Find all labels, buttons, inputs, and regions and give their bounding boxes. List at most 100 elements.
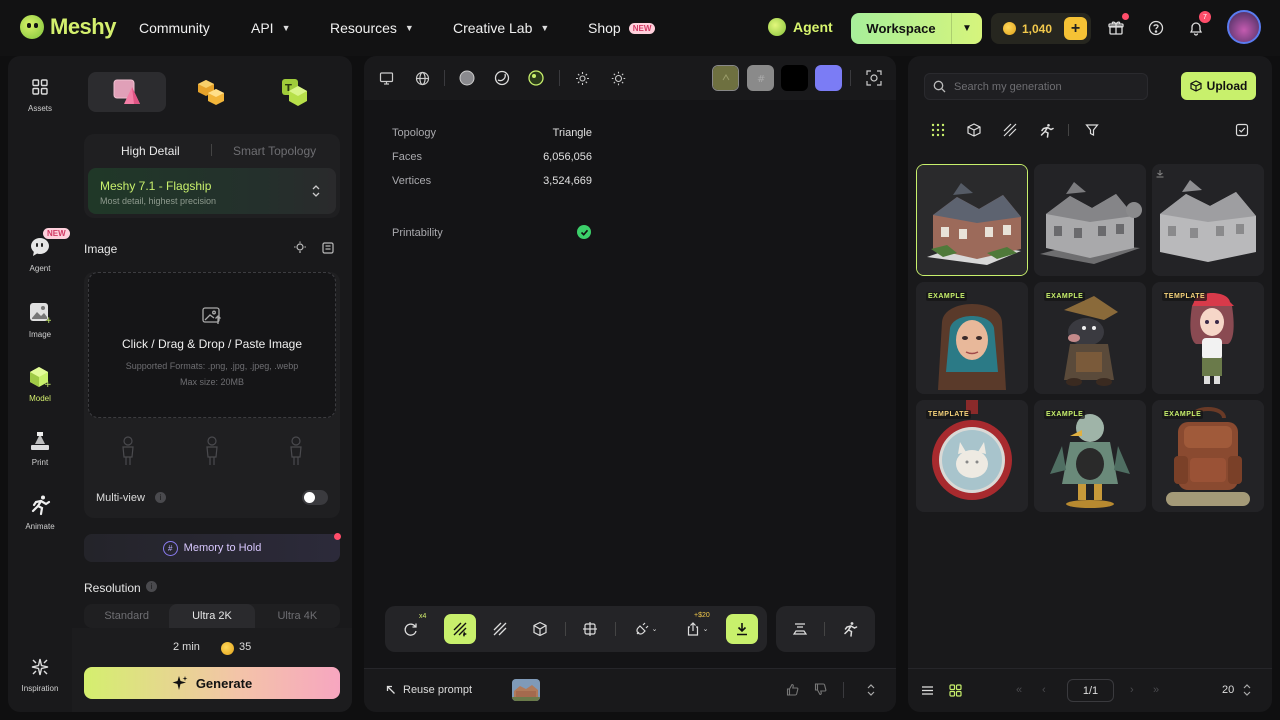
credits-balance[interactable]: 1,040 + xyxy=(991,13,1091,44)
view-slot-side[interactable] xyxy=(172,426,252,476)
thumbs-up-icon[interactable] xyxy=(786,683,800,697)
nav-creative-lab-label: Creative Lab xyxy=(453,20,533,36)
solid-sphere-icon[interactable] xyxy=(459,70,475,86)
tab-high-detail[interactable]: High Detail xyxy=(121,144,180,158)
nav-community[interactable]: Community xyxy=(139,20,210,36)
upload-button[interactable]: Upload xyxy=(1181,72,1256,100)
search-box[interactable] xyxy=(924,73,1148,100)
generation-thumbnail[interactable]: EXAMPLE xyxy=(1034,282,1146,394)
texture-tool-button[interactable] xyxy=(444,614,476,644)
select-mode-icon[interactable] xyxy=(1234,122,1250,138)
background-swatch-black[interactable] xyxy=(781,65,808,91)
rail-item-animate[interactable]: Animate xyxy=(8,494,72,531)
nav-creative-lab[interactable]: Creative Lab ▼ xyxy=(453,20,549,36)
search-input[interactable] xyxy=(954,80,1134,93)
globe-icon[interactable] xyxy=(414,70,430,86)
focus-view-icon[interactable] xyxy=(866,70,882,86)
thumbs-down-icon[interactable] xyxy=(814,683,828,697)
tab-smart-topology[interactable]: Smart Topology xyxy=(233,144,316,158)
generation-thumbnail[interactable] xyxy=(1034,164,1146,276)
background-swatch-purple[interactable] xyxy=(815,65,842,91)
avatar[interactable] xyxy=(1227,10,1261,44)
export-dropdown[interactable]: ⌄ xyxy=(682,620,712,638)
add-credits-button[interactable]: + xyxy=(1064,17,1087,40)
page-indicator[interactable]: 1/1 xyxy=(1067,679,1114,702)
filter-texture-icon[interactable] xyxy=(1002,122,1018,138)
generation-thumbnail[interactable]: EXAMPLE xyxy=(1034,400,1146,512)
tab-multi-to-3d[interactable]: T xyxy=(256,72,334,112)
last-page-icon[interactable]: » xyxy=(1153,684,1159,696)
multiview-toggle[interactable] xyxy=(302,490,328,505)
animate-figure-icon[interactable] xyxy=(841,620,859,638)
brand-logo[interactable]: Meshy xyxy=(20,14,116,40)
chevron-up-down-icon[interactable] xyxy=(1242,683,1252,697)
nav-resources-label: Resources xyxy=(330,20,397,36)
textured-sphere-icon[interactable] xyxy=(528,70,544,86)
generation-thumbnail[interactable]: EXAMPLE xyxy=(1152,400,1264,512)
generation-thumbnail[interactable]: EXAMPLE xyxy=(916,282,1028,394)
bell-icon[interactable]: 7 xyxy=(1187,11,1211,37)
retry-icon[interactable] xyxy=(401,620,419,638)
reuse-prompt-button[interactable]: Reuse prompt xyxy=(386,684,472,696)
nav-shop[interactable]: Shop NEW xyxy=(588,20,656,36)
rail-item-inspiration[interactable]: Inspiration xyxy=(8,656,72,693)
tab-text-to-3d[interactable] xyxy=(172,72,250,112)
nav-api[interactable]: API ▼ xyxy=(251,20,291,36)
generation-thumbnail[interactable] xyxy=(916,164,1028,276)
segment-icon[interactable] xyxy=(581,620,599,638)
workspace-button[interactable]: Workspace ▼ xyxy=(851,13,982,44)
light-icon[interactable] xyxy=(574,70,590,86)
view-slot-front[interactable] xyxy=(88,426,168,476)
resolution-ultra-4k[interactable]: Ultra 4K xyxy=(255,604,340,628)
rail-item-agent[interactable]: NEW Agent xyxy=(8,228,72,273)
stat-vertices-label: Vertices xyxy=(392,175,432,187)
info-icon[interactable]: i xyxy=(146,581,157,592)
download-button[interactable] xyxy=(726,614,758,644)
background-swatch-olive[interactable] xyxy=(712,65,739,91)
grid-view-icon[interactable] xyxy=(949,684,963,698)
page-size-value[interactable]: 20 xyxy=(1222,684,1234,696)
funnel-filter-icon[interactable] xyxy=(1084,122,1100,138)
clay-sphere-icon[interactable] xyxy=(494,70,510,86)
memory-to-hold-button[interactable]: # Memory to Hold xyxy=(84,534,340,562)
resolution-standard[interactable]: Standard xyxy=(84,604,169,628)
prompt-image-thumbnail[interactable] xyxy=(512,679,540,701)
help-icon[interactable] xyxy=(1147,19,1165,37)
prev-page-icon[interactable]: ‹ xyxy=(1042,684,1046,696)
mesh-cube-icon[interactable] xyxy=(531,620,549,638)
chevron-down-icon: ⌄ xyxy=(702,626,709,633)
sun-icon[interactable] xyxy=(610,70,626,86)
agent-button[interactable]: Agent xyxy=(768,18,833,36)
next-page-icon[interactable]: › xyxy=(1130,684,1134,696)
rail-item-print[interactable]: Print xyxy=(8,430,72,467)
list-view-icon[interactable] xyxy=(921,684,935,698)
plugin-dropdown[interactable]: ⌄ xyxy=(631,620,661,638)
filter-animation-icon[interactable] xyxy=(1038,122,1054,138)
gift-icon[interactable] xyxy=(1107,13,1129,37)
generation-thumbnail[interactable] xyxy=(1152,164,1264,276)
generate-button[interactable]: Generate xyxy=(84,667,340,699)
nav-resources[interactable]: Resources ▼ xyxy=(330,20,414,36)
filter-all-icon[interactable] xyxy=(930,122,946,138)
rail-item-assets[interactable]: Assets xyxy=(8,76,72,113)
filter-model-icon[interactable] xyxy=(966,122,982,138)
rail-item-image[interactable]: + Image xyxy=(8,302,72,339)
sparkle-icon xyxy=(172,676,188,690)
background-swatch-gray[interactable]: # xyxy=(747,65,774,91)
monitor-icon[interactable] xyxy=(378,70,394,86)
history-icon[interactable] xyxy=(321,241,335,255)
resolution-ultra-2k[interactable]: Ultra 2K xyxy=(169,604,255,628)
rail-image-label: Image xyxy=(28,330,52,339)
info-icon[interactable]: i xyxy=(155,492,166,503)
lightbulb-icon[interactable] xyxy=(293,241,307,255)
remesh-icon[interactable] xyxy=(491,620,509,638)
chevron-down-icon[interactable]: ▼ xyxy=(951,13,982,44)
first-page-icon[interactable]: « xyxy=(1016,684,1022,696)
chevron-up-down-icon[interactable] xyxy=(865,683,879,697)
generation-thumbnail[interactable]: TEMPLATE xyxy=(1152,282,1264,394)
view-slot-back[interactable] xyxy=(256,426,336,476)
rail-item-model[interactable]: + Model xyxy=(8,366,72,403)
print-bed-icon[interactable] xyxy=(791,620,809,638)
generation-thumbnail[interactable]: TEMPLATE xyxy=(916,400,1028,512)
tab-image-to-3d[interactable] xyxy=(88,72,166,112)
